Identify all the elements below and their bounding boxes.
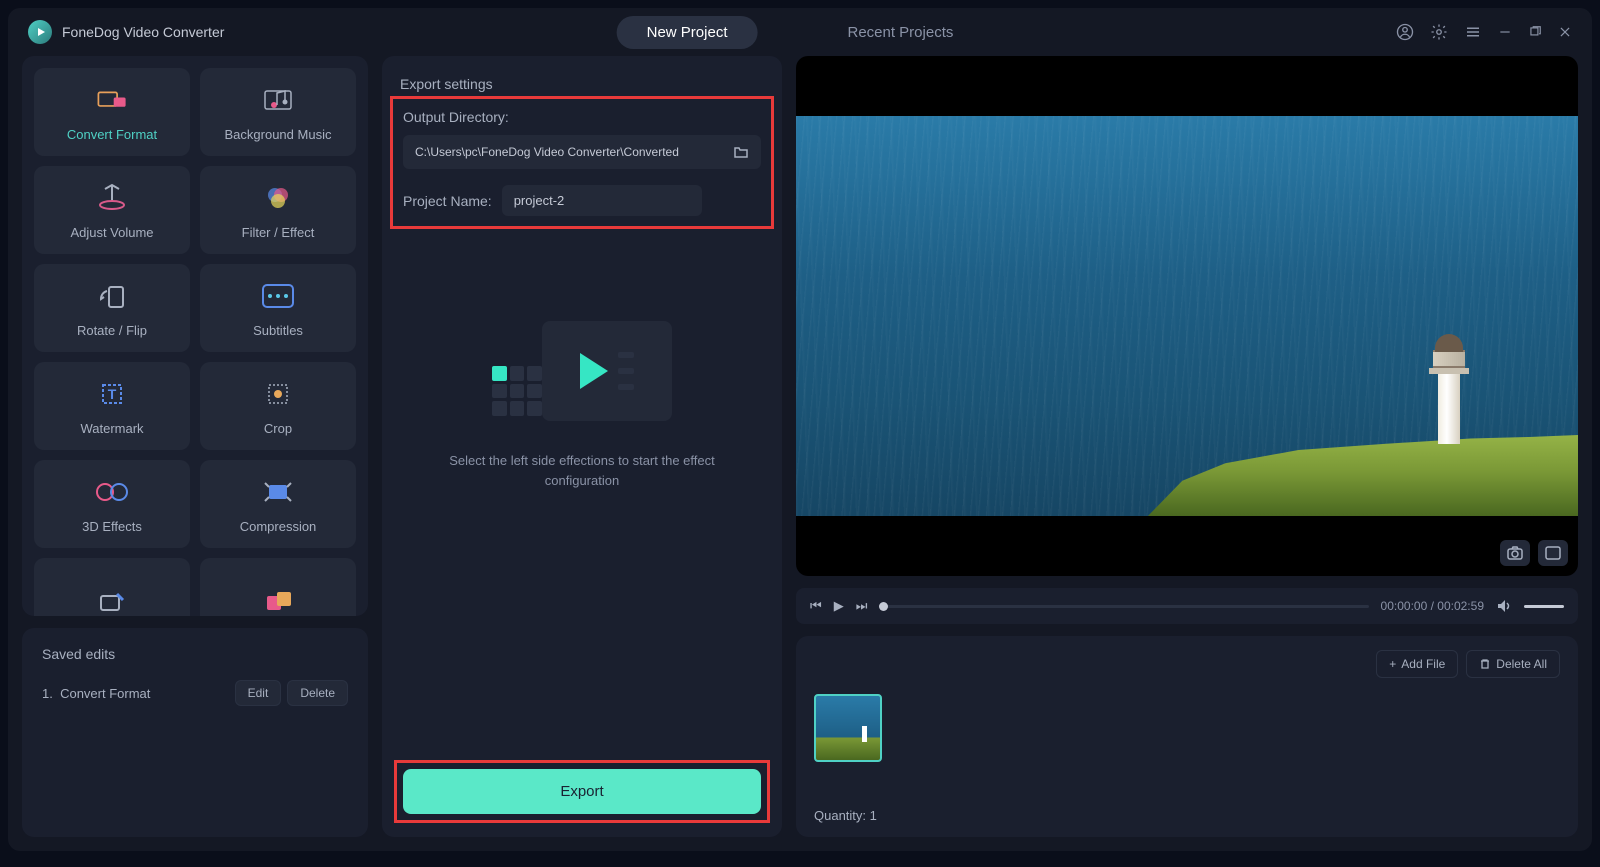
maximize-icon[interactable] — [1528, 25, 1542, 39]
right-panel: ⏮ ▶ ⏭ 00:00:00 / 00:02:59 + Add File — [796, 56, 1578, 837]
compression-icon — [261, 475, 295, 509]
tool-label: Background Music — [225, 127, 332, 142]
tool-extra-2[interactable] — [200, 558, 356, 616]
seek-bar[interactable] — [879, 605, 1368, 608]
tool-label: 3D Effects — [82, 519, 142, 534]
tool-compression[interactable]: Compression — [200, 460, 356, 548]
tool-label: Convert Format — [67, 127, 157, 142]
tool-extra-1[interactable] — [34, 558, 190, 616]
forward-button[interactable]: ⏭ — [856, 598, 868, 614]
placeholder-text: Select the left side effections to start… — [442, 451, 722, 490]
project-name-label: Project Name: — [403, 193, 492, 209]
rewind-button[interactable]: ⏮ — [810, 598, 822, 614]
tool-label: Filter / Effect — [242, 225, 315, 240]
watermark-icon: T — [95, 377, 129, 411]
tab-recent-projects[interactable]: Recent Projects — [817, 16, 983, 49]
main-tabs: New Project Recent Projects — [617, 16, 984, 49]
app-logo: FoneDog Video Converter — [28, 20, 224, 44]
output-directory-path: C:\Users\pc\FoneDog Video Converter\Conv… — [415, 145, 679, 159]
add-file-button[interactable]: + Add File — [1376, 650, 1458, 678]
video-preview[interactable] — [796, 56, 1578, 576]
export-settings-title: Export settings — [400, 76, 764, 92]
file-thumbnails — [814, 694, 1560, 798]
time-display: 00:00:00 / 00:02:59 — [1381, 599, 1484, 613]
output-directory-label: Output Directory: — [403, 109, 761, 125]
edit-icon — [95, 585, 129, 616]
tool-3d-effects[interactable]: 3D Effects — [34, 460, 190, 548]
svg-text:T: T — [108, 386, 117, 402]
browse-folder-icon[interactable] — [733, 145, 749, 159]
main-content: Convert Format Background Music Adjust V… — [8, 56, 1592, 851]
tool-label: Compression — [240, 519, 317, 534]
crop-icon — [261, 377, 295, 411]
window-controls — [1396, 23, 1572, 41]
3d-effects-icon — [95, 475, 129, 509]
tool-convert-format[interactable]: Convert Format — [34, 68, 190, 156]
titlebar: FoneDog Video Converter New Project Rece… — [8, 8, 1592, 56]
tool-grid: Convert Format Background Music Adjust V… — [22, 56, 368, 616]
app-window: FoneDog Video Converter New Project Rece… — [8, 8, 1592, 851]
saved-edits-panel: Saved edits 1. Convert Format Edit Delet… — [22, 628, 368, 837]
tool-subtitles[interactable]: Subtitles — [200, 264, 356, 352]
player-controls: ⏮ ▶ ⏭ 00:00:00 / 00:02:59 — [796, 588, 1578, 624]
saved-edit-row: 1. Convert Format Edit Delete — [42, 680, 348, 706]
filter-effect-icon — [261, 181, 295, 215]
convert-format-icon — [95, 83, 129, 117]
trash-icon — [1479, 658, 1491, 670]
plus-icon: + — [1389, 657, 1396, 671]
project-name-input[interactable] — [502, 185, 702, 216]
effect-placeholder: Select the left side effections to start… — [400, 241, 764, 766]
file-thumbnail[interactable] — [814, 694, 882, 762]
volume-icon[interactable] — [1496, 599, 1512, 613]
fullscreen-icon[interactable] — [1538, 540, 1568, 566]
export-button[interactable]: Export — [403, 769, 761, 814]
clip-icon — [261, 585, 295, 616]
app-title: FoneDog Video Converter — [62, 24, 224, 40]
tab-new-project[interactable]: New Project — [617, 16, 758, 49]
volume-slider[interactable] — [1524, 605, 1564, 608]
file-list-panel: + Add File Delete All Quantity: 1 — [796, 636, 1578, 837]
play-button[interactable]: ▶ — [834, 598, 844, 614]
export-settings-highlight: Output Directory: C:\Users\pc\FoneDog Vi… — [390, 96, 774, 229]
tool-rotate-flip[interactable]: Rotate / Flip — [34, 264, 190, 352]
saved-edits-title: Saved edits — [42, 646, 348, 662]
export-settings-panel: Export settings Output Directory: C:\Use… — [382, 56, 782, 837]
export-button-highlight: Export — [394, 760, 770, 823]
tool-label: Rotate / Flip — [77, 323, 147, 338]
sidebar: Convert Format Background Music Adjust V… — [22, 56, 368, 837]
minimize-icon[interactable] — [1498, 25, 1512, 39]
screenshot-icon[interactable] — [1500, 540, 1530, 566]
tool-label: Subtitles — [253, 323, 303, 338]
close-icon[interactable] — [1558, 25, 1572, 39]
tool-label: Watermark — [80, 421, 143, 436]
logo-icon — [28, 20, 52, 44]
adjust-volume-icon — [95, 181, 129, 215]
tool-background-music[interactable]: Background Music — [200, 68, 356, 156]
settings-icon[interactable] — [1430, 23, 1448, 41]
subtitles-icon — [261, 279, 295, 313]
background-music-icon — [261, 83, 295, 117]
output-directory-field[interactable]: C:\Users\pc\FoneDog Video Converter\Conv… — [403, 135, 761, 169]
tool-adjust-volume[interactable]: Adjust Volume — [34, 166, 190, 254]
tool-label: Adjust Volume — [70, 225, 153, 240]
delete-all-button[interactable]: Delete All — [1466, 650, 1560, 678]
tool-label: Crop — [264, 421, 292, 436]
delete-button[interactable]: Delete — [287, 680, 348, 706]
tool-watermark[interactable]: T Watermark — [34, 362, 190, 450]
tool-crop[interactable]: Crop — [200, 362, 356, 450]
tool-filter-effect[interactable]: Filter / Effect — [200, 166, 356, 254]
account-icon[interactable] — [1396, 23, 1414, 41]
menu-icon[interactable] — [1464, 23, 1482, 41]
edit-button[interactable]: Edit — [235, 680, 282, 706]
preview-frame — [796, 116, 1578, 516]
saved-edit-name: 1. Convert Format — [42, 686, 150, 701]
quantity-display: Quantity: 1 — [814, 808, 1560, 823]
rotate-flip-icon — [95, 279, 129, 313]
placeholder-graphic — [492, 321, 672, 421]
